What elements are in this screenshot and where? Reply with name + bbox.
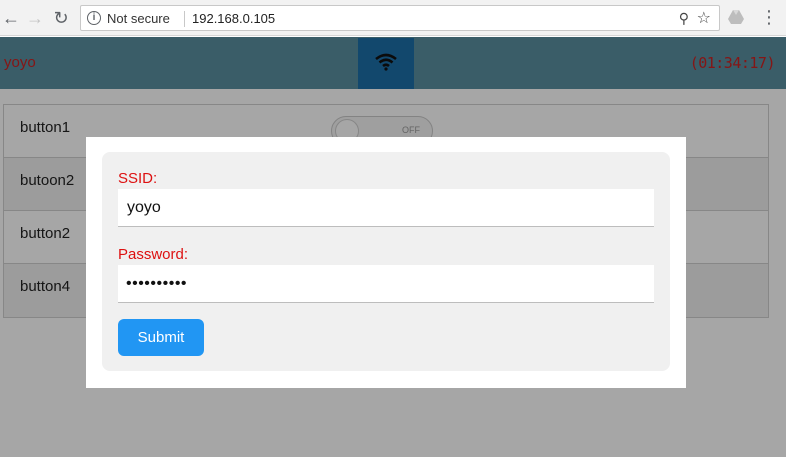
security-label[interactable]: Not secure [107,11,170,26]
address-bar[interactable]: i Not secure 192.168.0.105 ⚲ ☆ [80,5,720,31]
ssid-label: SSID: [118,170,158,187]
forward-icon[interactable]: → [24,7,46,29]
password-label: Password: [118,246,189,263]
address-separator [184,11,185,27]
password-input[interactable]: •••••••••• [118,265,654,303]
drive-icon[interactable] [727,8,745,26]
browser-toolbar: ← → ↻ i Not secure 192.168.0.105 ⚲ ☆ ⋮ [0,0,786,36]
url-text[interactable]: 192.168.0.105 [192,11,275,26]
ssid-input[interactable] [118,189,654,227]
kebab-menu-icon[interactable]: ⋮ [760,6,778,30]
info-icon[interactable]: i [87,11,101,25]
wifi-form: SSID: Password: •••••••••• Submit [102,152,670,371]
back-icon[interactable]: ← [0,7,22,29]
key-icon[interactable]: ⚲ [679,10,689,27]
reload-icon[interactable]: ↻ [50,7,72,29]
submit-button[interactable]: Submit [118,319,204,356]
star-icon[interactable]: ☆ [697,8,711,28]
wifi-settings-modal: × SSID: Password: •••••••••• Submit [86,137,686,388]
